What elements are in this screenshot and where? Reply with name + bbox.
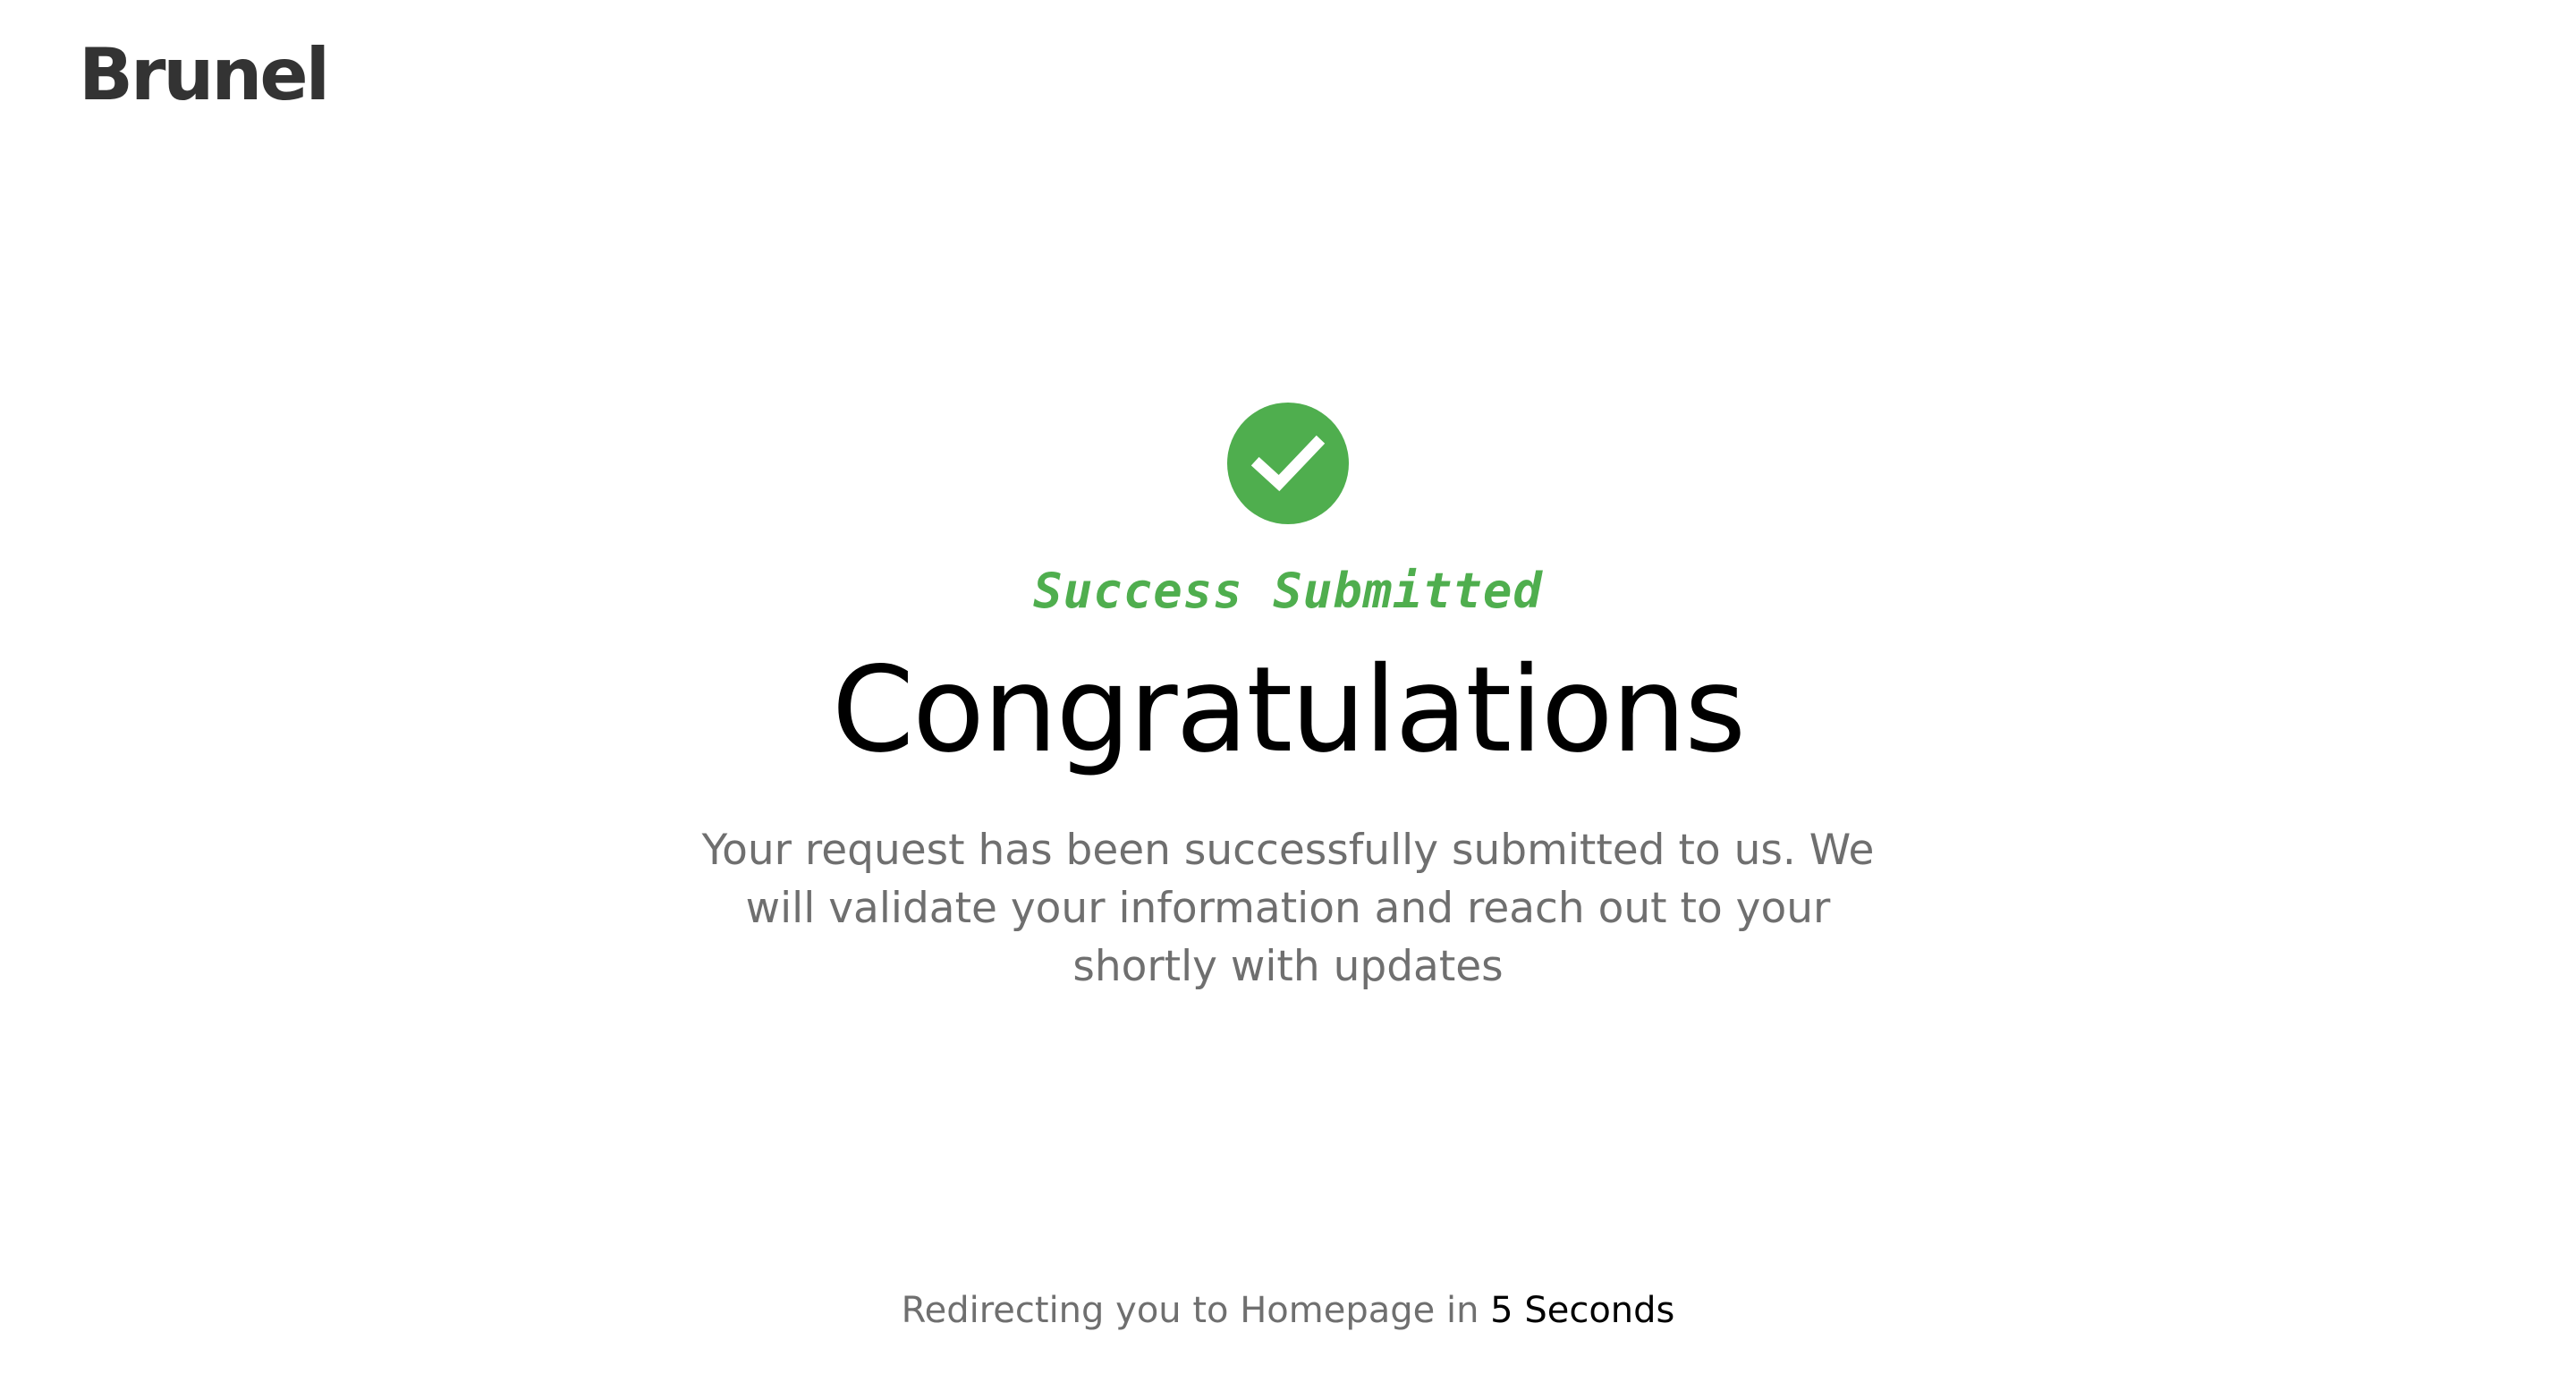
check-circle-icon	[1227, 403, 1349, 524]
redirect-notice: Redirecting you to Homepage in 5 Seconds	[0, 1293, 2576, 1328]
brand-logo[interactable]: Brunel	[79, 39, 330, 111]
success-panel: Success Submitted Congratulations Your r…	[0, 403, 2576, 996]
success-kicker: Success Submitted	[1033, 563, 1543, 619]
redirect-prefix: Redirecting you to Homepage in	[901, 1290, 1479, 1331]
page-title: Congratulations	[831, 641, 1746, 779]
confirmation-message: Your request has been successfully submi…	[701, 826, 1875, 991]
redirect-countdown: 5 Seconds	[1490, 1290, 1675, 1331]
